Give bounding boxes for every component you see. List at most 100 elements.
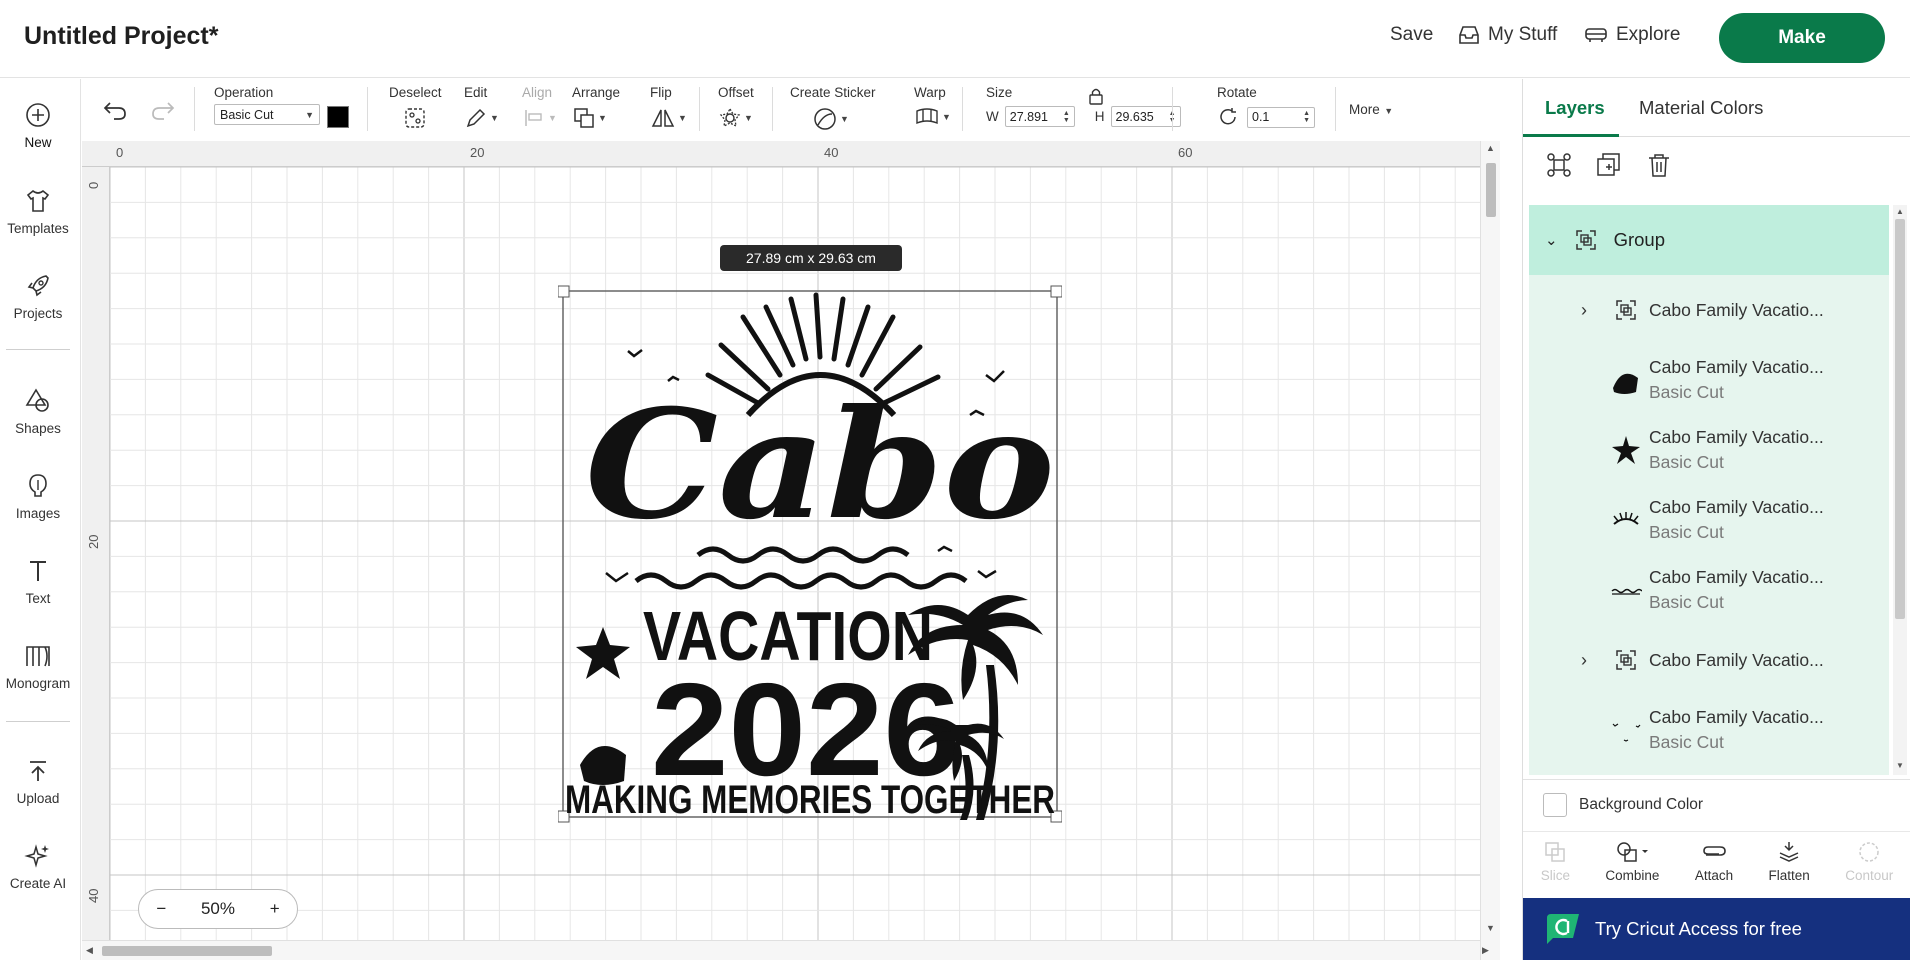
width-value: 27.891 — [1009, 109, 1048, 124]
nav-create-ai[interactable]: Create AI — [0, 842, 76, 891]
chevron-down-icon: ▼ — [678, 113, 687, 123]
width-input[interactable]: 27.891 ▲ ▼ — [1004, 106, 1075, 127]
arrange-label: Arrange — [572, 85, 621, 100]
layer-group-row[interactable]: ⌄ Group — [1529, 205, 1889, 275]
align-label: Align — [522, 85, 553, 100]
arrange-button[interactable]: Arrange ▼ — [572, 85, 620, 130]
undo-icon[interactable] — [102, 99, 128, 121]
layer-item[interactable]: Cabo Family Vacatio... Basic Cut — [1529, 345, 1889, 415]
scroll-up-icon[interactable]: ▲ — [1486, 143, 1495, 153]
duplicate-icon[interactable] — [1595, 151, 1623, 179]
promo-label: Try Cricut Access for free — [1595, 918, 1802, 939]
rotate-group: Rotate 0.1 ▲ ▼ — [1217, 85, 1315, 128]
scroll-down-icon[interactable]: ▼ — [1486, 923, 1495, 933]
save-button[interactable]: Save — [1390, 24, 1433, 46]
group-icon[interactable] — [1545, 151, 1573, 179]
layer-item[interactable]: Cabo Family Vacatio... Basic Cut — [1529, 695, 1889, 765]
rotate-input[interactable]: 0.1 ▲ ▼ — [1247, 106, 1315, 128]
height-input[interactable]: 29.635▲▼ — [1110, 106, 1181, 127]
sticker-icon — [814, 108, 836, 130]
make-button[interactable]: Make — [1719, 13, 1885, 63]
edit-toolbar: Operation Basic Cut ▼ Deselect Edit ▼ Al… — [82, 79, 1522, 141]
layer-item[interactable]: Cabo Family Vacatio... Basic Cut — [1529, 555, 1889, 625]
chevron-down-icon[interactable]: ⌄ — [1545, 231, 1558, 249]
nav-text[interactable]: Text — [0, 557, 76, 606]
birds-icon — [1609, 713, 1643, 747]
combine-button[interactable]: Combine — [1605, 840, 1659, 899]
flip-icon — [651, 109, 675, 127]
more-button[interactable]: More ▼ — [1349, 101, 1393, 119]
cabo-vacation-design[interactable]: Cabo VACATION 2026 MAKING MEMORIES TOGET… — [558, 285, 1062, 825]
offset-icon — [719, 107, 741, 128]
color-swatch[interactable] — [327, 106, 349, 128]
resize-handle-icon[interactable] — [558, 285, 570, 298]
create-sticker-button[interactable]: Create Sticker ▼ — [790, 85, 876, 132]
layer-item[interactable]: Cabo Family Vacatio... Basic Cut — [1529, 485, 1889, 555]
contour-button[interactable]: Contour — [1845, 840, 1893, 899]
redo-icon[interactable] — [150, 99, 176, 121]
layer-item[interactable]: Cabo Family Vacatio... Basic Cut — [1529, 415, 1889, 485]
tab-layers[interactable]: Layers — [1545, 97, 1605, 119]
layer-item[interactable]: › Cabo Family Vacatio... — [1529, 275, 1889, 345]
nav-upload[interactable]: Upload — [0, 757, 76, 806]
warp-button[interactable]: Warp ▼ — [914, 85, 951, 128]
chevron-right-icon[interactable]: › — [1581, 650, 1587, 671]
nav-templates[interactable]: Templates — [0, 187, 76, 236]
attach-button[interactable]: Attach — [1695, 840, 1733, 899]
scroll-thumb[interactable] — [102, 946, 272, 956]
spin-arrows-icon[interactable]: ▲▼ — [1063, 110, 1070, 124]
slice-button[interactable]: Slice — [1541, 840, 1570, 899]
background-color-checkbox[interactable] — [1543, 792, 1567, 817]
nav-images[interactable]: Images — [0, 472, 76, 521]
scroll-up-icon[interactable]: ▲ — [1896, 207, 1904, 216]
scroll-left-icon[interactable]: ◀ — [86, 945, 93, 956]
ruler-mark: 40 — [86, 888, 101, 903]
nav-new[interactable]: New — [0, 101, 76, 150]
operation-select[interactable]: Basic Cut ▼ — [214, 104, 320, 125]
pencil-icon — [466, 108, 486, 128]
resize-handle-icon[interactable] — [1050, 285, 1062, 298]
chevron-down-icon: ▼ — [1384, 106, 1394, 116]
scroll-right-icon[interactable]: ▶ — [1482, 945, 1489, 956]
flip-button[interactable]: Flip ▼ — [650, 85, 687, 130]
edit-button[interactable]: Edit ▼ — [464, 85, 499, 130]
background-color-toggle[interactable]: Background Color — [1523, 779, 1910, 829]
zoom-out-button[interactable]: − — [156, 899, 166, 919]
chevron-down-icon: ▼ — [490, 113, 499, 123]
chevron-right-icon[interactable]: › — [1581, 300, 1587, 321]
shirt-icon — [26, 189, 50, 212]
zoom-in-button[interactable]: + — [270, 899, 280, 919]
zoom-control: − 50% + — [138, 889, 298, 929]
layer-scrollbar[interactable]: ▲ ▼ — [1893, 205, 1907, 775]
lock-icon[interactable] — [1088, 87, 1104, 105]
layer-item[interactable]: › Cabo Family Vacatio... — [1529, 625, 1889, 695]
design-canvas[interactable]: 0 20 40 60 0 20 40 27.89 cm x 29.63 cm C — [82, 141, 1500, 960]
offset-button[interactable]: Offset ▼ — [718, 85, 754, 130]
nav-monogram[interactable]: Monogram — [0, 642, 76, 691]
cricut-access-banner[interactable]: Try Cricut Access for free — [1523, 898, 1910, 960]
explore-button[interactable]: Explore — [1584, 24, 1680, 46]
nav-create-ai-label: Create AI — [9, 876, 67, 891]
nav-projects[interactable]: Projects — [0, 272, 76, 321]
trash-icon[interactable] — [1645, 151, 1673, 179]
spin-arrows-icon[interactable]: ▲▼ — [1303, 110, 1310, 124]
scroll-down-icon[interactable]: ▼ — [1896, 761, 1904, 770]
toolbar-separator — [1172, 87, 1173, 131]
scroll-thumb[interactable] — [1895, 219, 1905, 619]
tab-material-colors[interactable]: Material Colors — [1639, 97, 1763, 119]
starfish-icon — [1609, 433, 1643, 467]
group-icon — [1609, 643, 1643, 677]
nav-shapes[interactable]: Shapes — [0, 387, 76, 436]
my-stuff-button[interactable]: My Stuff — [1458, 24, 1557, 46]
deselect-icon — [405, 108, 425, 128]
vertical-scrollbar[interactable]: ▲ ▼ — [1480, 141, 1500, 960]
horizontal-scrollbar[interactable]: ◀ ▶ — [82, 940, 1489, 960]
scroll-thumb[interactable] — [1486, 163, 1496, 217]
my-stuff-label: My Stuff — [1488, 24, 1558, 45]
cricut-access-icon — [1547, 914, 1579, 944]
attach-label: Attach — [1694, 868, 1734, 883]
flatten-button[interactable]: Flatten — [1769, 840, 1810, 899]
project-title[interactable]: Untitled Project* — [24, 22, 218, 51]
ruler-mark: 40 — [824, 145, 839, 160]
deselect-button[interactable]: Deselect — [389, 85, 442, 130]
